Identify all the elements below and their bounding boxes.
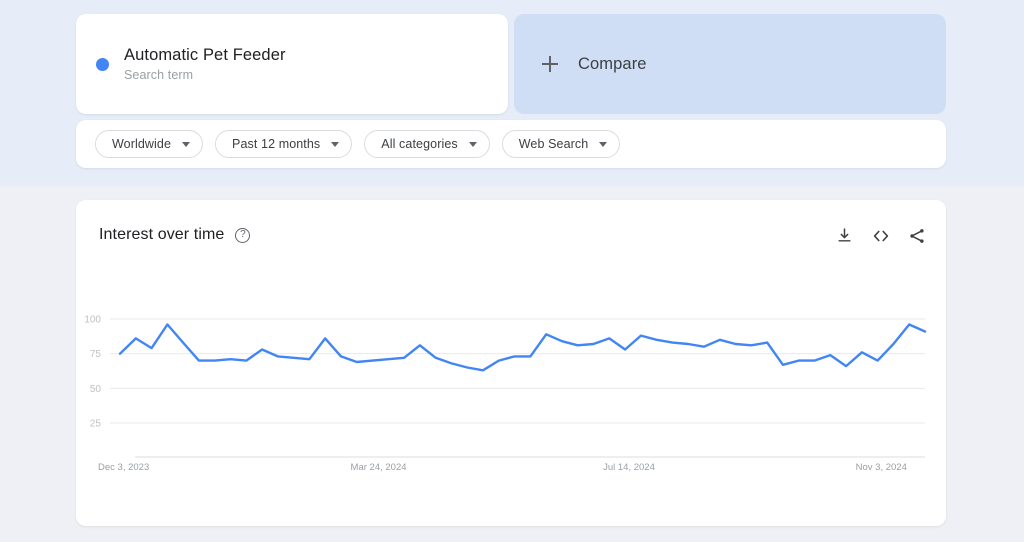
- filter-time-range-label: Past 12 months: [232, 137, 321, 151]
- x-axis-tick-label: Jul 14, 2024: [603, 462, 655, 473]
- chevron-down-icon: [599, 141, 608, 147]
- filter-search-type[interactable]: Web Search: [501, 130, 621, 158]
- plus-icon: [542, 56, 558, 72]
- chevron-down-icon: [331, 141, 340, 147]
- compare-label: Compare: [578, 54, 647, 73]
- search-term-card[interactable]: Automatic Pet Feeder Search term: [76, 14, 508, 114]
- filter-bar: Worldwide Past 12 months All categories …: [76, 120, 946, 168]
- y-axis-tick-label: 100: [84, 315, 101, 326]
- filter-location-label: Worldwide: [112, 137, 172, 151]
- y-axis-tick-label: 75: [90, 349, 102, 360]
- x-axis-tick-label: Mar 24, 2024: [351, 462, 407, 473]
- trend-line-series[interactable]: [118, 323, 927, 372]
- compare-button[interactable]: Compare: [514, 14, 946, 114]
- interest-over-time-card: Interest over time ? 100 75 50 25 Dec 3,…: [76, 200, 946, 526]
- search-terms-row: Automatic Pet Feeder Search term Compare: [76, 14, 946, 114]
- filter-time-range[interactable]: Past 12 months: [215, 130, 353, 158]
- interest-over-time-chart: 100 75 50 25 Dec 3, 2023 Mar 24, 2024 Jul 14, …: [76, 200, 946, 526]
- filter-category[interactable]: All categories: [364, 130, 490, 158]
- chart-svg: 100 75 50 25 Dec 3, 2023 Mar 24, 2024 Jul 14, …: [84, 315, 927, 473]
- x-axis-tick-label: Dec 3, 2023: [98, 462, 149, 473]
- chevron-down-icon: [468, 141, 477, 147]
- y-axis-tick-label: 25: [90, 419, 102, 430]
- filter-location[interactable]: Worldwide: [95, 130, 204, 158]
- filter-category-label: All categories: [381, 137, 458, 151]
- trends-page: Automatic Pet Feeder Search term Compare…: [0, 0, 1024, 542]
- chevron-down-icon: [182, 141, 191, 147]
- search-term-title: Automatic Pet Feeder: [124, 46, 286, 64]
- series-color-dot: [96, 57, 109, 71]
- filter-search-type-label: Web Search: [518, 137, 589, 151]
- search-term-text: Automatic Pet Feeder Search term: [124, 46, 286, 82]
- x-axis-tick-label: Nov 3, 2024: [856, 462, 907, 473]
- y-axis-tick-label: 50: [90, 384, 102, 395]
- search-term-subtitle: Search term: [124, 68, 194, 82]
